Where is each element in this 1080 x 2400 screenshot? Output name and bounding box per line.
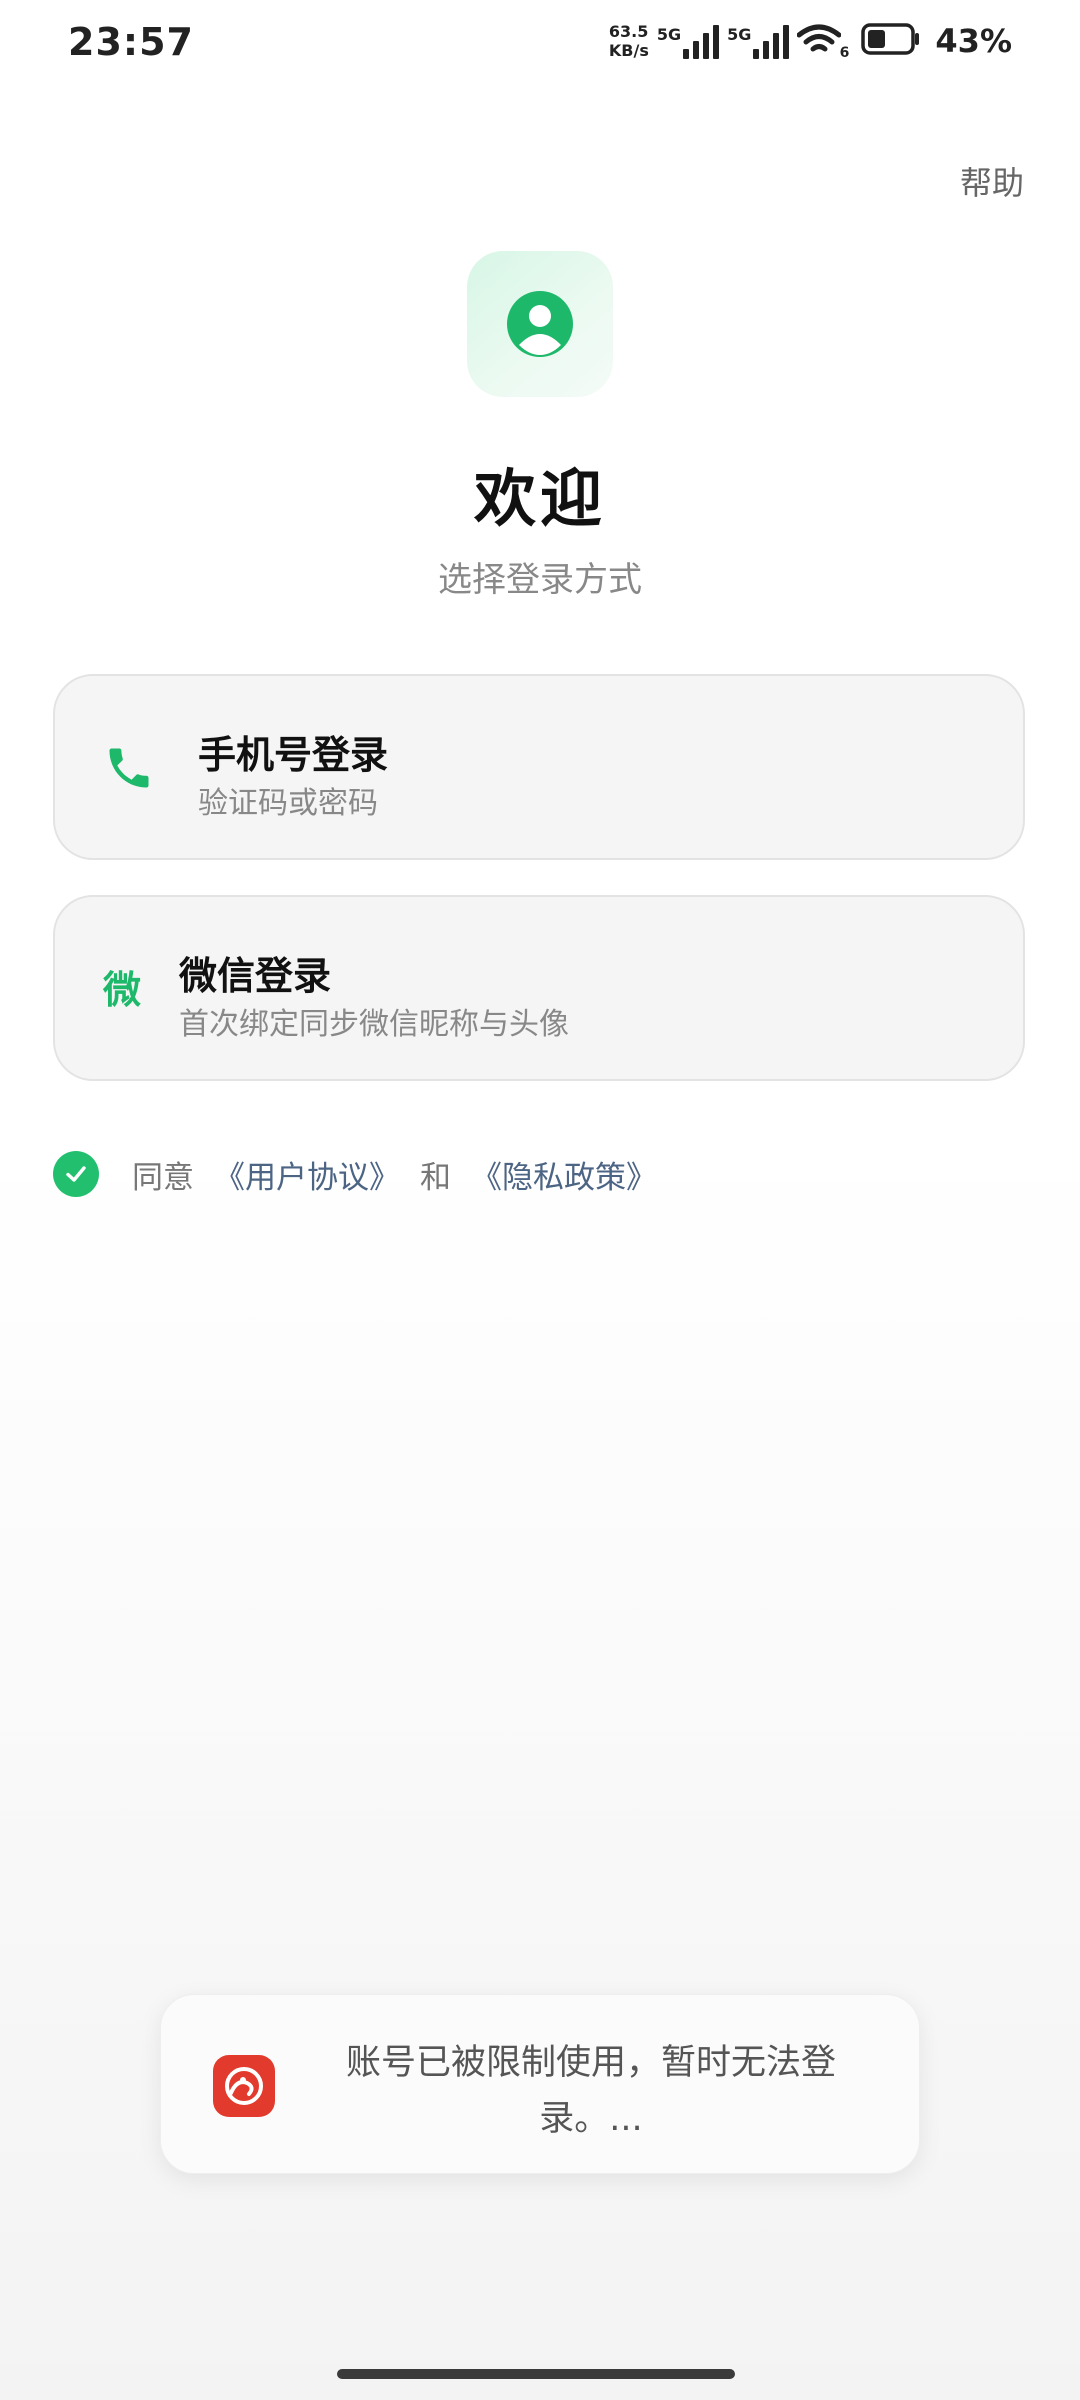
app-logo-icon: [213, 2055, 275, 2117]
privacy-policy-link[interactable]: 《隐私政策》: [471, 1160, 657, 1196]
status-time: 23:57: [68, 20, 194, 64]
network-speed: 63.5 KB/s: [609, 22, 649, 60]
network-speed-unit: KB/s: [608, 41, 649, 60]
sim2-signal-icon: 5G: [727, 23, 790, 59]
wifi-icon: 6: [796, 23, 849, 61]
help-link[interactable]: 帮助: [960, 158, 1024, 204]
agreement-prefix: 同意: [132, 1160, 194, 1196]
battery-percent: 43%: [935, 22, 1012, 60]
phone-login-title: 手机号登录: [198, 733, 389, 777]
user-avatar-icon: [507, 291, 573, 357]
avatar-tile: [467, 251, 613, 397]
sim1-signal-icon: 5G: [656, 23, 720, 59]
checkmark-icon: [66, 1166, 86, 1182]
home-indicator[interactable]: [337, 2369, 735, 2379]
agreement-conjunction: 和: [420, 1160, 451, 1196]
toast-message: 账号已被限制使用，暂时无法登录。...: [345, 2043, 836, 2139]
wechat-icon: 微: [103, 968, 142, 1012]
wechat-login-title: 微信登录: [179, 954, 332, 998]
welcome-title: 欢迎: [473, 462, 606, 535]
toast-notification: 账号已被限制使用，暂时无法登录。...: [160, 1994, 920, 2174]
battery-icon: [861, 23, 921, 59]
user-agreement-link[interactable]: 《用户协议》: [214, 1160, 400, 1196]
sim2-network-type: 5G: [727, 25, 752, 44]
wechat-login-subtitle: 首次绑定同步微信昵称与头像: [179, 1007, 569, 1042]
wifi-badge: 6: [839, 45, 850, 61]
sim1-network-type: 5G: [656, 25, 682, 44]
phone-login-button[interactable]: 手机号登录 验证码或密码: [53, 674, 1025, 860]
wechat-login-button[interactable]: 微 微信登录 首次绑定同步微信昵称与头像: [53, 895, 1025, 1081]
agreement-checkbox[interactable]: [53, 1151, 99, 1197]
phone-icon: [109, 748, 149, 788]
phone-login-subtitle: 验证码或密码: [198, 786, 378, 821]
status-icons: 63.5 KB/s 5G 5G 6 43%: [609, 22, 1012, 61]
agreement-text: 同意 《用户协议》和《隐私政策》: [132, 1152, 657, 1197]
welcome-subtitle: 选择登录方式: [438, 560, 642, 600]
network-speed-value: 63.5: [608, 22, 649, 41]
